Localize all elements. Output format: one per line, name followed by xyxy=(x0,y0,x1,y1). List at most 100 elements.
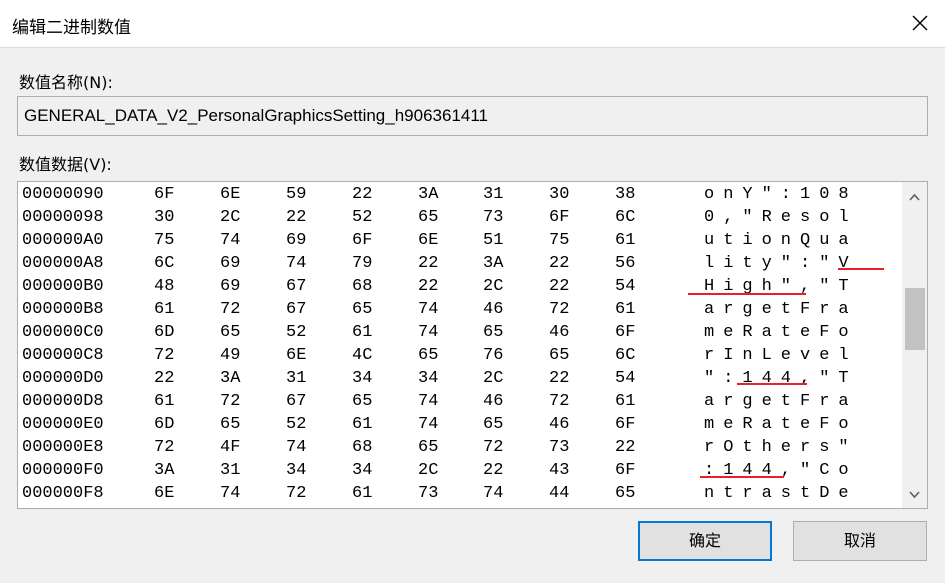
hex-byte[interactable]: 54 xyxy=(615,369,635,388)
hex-byte[interactable]: 61 xyxy=(352,323,372,342)
hex-byte[interactable]: 34 xyxy=(352,369,372,388)
hex-byte[interactable]: 31 xyxy=(286,369,306,388)
hex-byte[interactable]: 6E xyxy=(220,185,240,204)
hex-byte[interactable]: 74 xyxy=(286,254,306,273)
hex-row[interactable]: 000000A8 6C 69 74 79 22 3A 22 56 lity":"V xyxy=(18,253,902,276)
hex-row[interactable]: 000000C0 6D 65 52 61 74 65 46 6F meRateFo xyxy=(18,322,902,345)
hex-byte[interactable]: 22 xyxy=(418,254,438,273)
hex-byte[interactable]: 6E xyxy=(286,346,306,365)
hex-byte[interactable]: 72 xyxy=(220,300,240,319)
hex-byte[interactable]: 65 xyxy=(483,415,503,434)
hex-byte[interactable]: 69 xyxy=(220,277,240,296)
scroll-up-icon[interactable] xyxy=(902,186,927,208)
hex-byte[interactable]: 75 xyxy=(154,231,174,250)
hex-byte[interactable]: 46 xyxy=(549,323,569,342)
hex-row-ascii[interactable]: onY":108 xyxy=(704,185,858,204)
hex-byte[interactable]: 34 xyxy=(418,369,438,388)
hex-row-ascii[interactable]: meRateFo xyxy=(704,415,858,434)
hex-byte[interactable]: 46 xyxy=(483,392,503,411)
hex-byte[interactable]: 31 xyxy=(483,185,503,204)
hex-byte[interactable]: 52 xyxy=(352,208,372,227)
hex-row[interactable]: 00000098 30 2C 22 52 65 73 6F 6C 0,"Resol xyxy=(18,207,902,230)
hex-byte[interactable]: 22 xyxy=(549,369,569,388)
hex-byte[interactable]: 67 xyxy=(286,392,306,411)
hex-byte[interactable]: 74 xyxy=(483,484,503,503)
hex-row[interactable]: 000000F8 6E 74 72 61 73 74 44 65 ntrastDe xyxy=(18,483,902,506)
hex-row[interactable]: 000000F0 3A 31 34 34 2C 22 43 6F:144,"Co xyxy=(18,460,902,483)
hex-byte[interactable]: 6F xyxy=(549,208,569,227)
hex-byte[interactable]: 48 xyxy=(154,277,174,296)
hex-byte[interactable]: 46 xyxy=(483,300,503,319)
hex-byte[interactable]: 72 xyxy=(483,438,503,457)
hex-byte[interactable]: 30 xyxy=(549,185,569,204)
hex-row[interactable]: 000000B0 48 69 67 68 22 2C 22 54 High","T xyxy=(18,276,902,299)
hex-row-ascii[interactable]: 0,"Resol xyxy=(704,208,858,227)
hex-byte[interactable]: 6E xyxy=(154,484,174,503)
hex-byte[interactable]: 74 xyxy=(418,323,438,342)
hex-byte[interactable]: 61 xyxy=(352,484,372,503)
hex-byte[interactable]: 6C xyxy=(154,254,174,273)
hex-byte[interactable]: 73 xyxy=(483,208,503,227)
ok-button[interactable]: 确定 xyxy=(638,521,772,561)
hex-byte[interactable]: 22 xyxy=(483,461,503,480)
hex-byte[interactable]: 3A xyxy=(154,461,174,480)
hex-byte[interactable]: 43 xyxy=(549,461,569,480)
hex-byte[interactable]: 68 xyxy=(352,438,372,457)
hex-row[interactable]: 000000E8 72 4F 74 68 65 72 73 22 rOthers" xyxy=(18,437,902,460)
scroll-thumb[interactable] xyxy=(905,288,925,350)
hex-byte[interactable]: 72 xyxy=(549,300,569,319)
hex-byte[interactable]: 74 xyxy=(418,300,438,319)
hex-byte[interactable]: 61 xyxy=(615,392,635,411)
hex-byte[interactable]: 2C xyxy=(418,461,438,480)
hex-byte[interactable]: 61 xyxy=(154,392,174,411)
hex-byte[interactable]: 65 xyxy=(615,484,635,503)
hex-byte[interactable]: 65 xyxy=(418,208,438,227)
value-data-editor[interactable]: 00000090 6F 6E 59 22 3A 31 30 38 onY":108 00000098… xyxy=(17,181,928,509)
hex-row[interactable]: 000000A0 75 74 69 6F 6E 51 75 61 utionQua xyxy=(18,230,902,253)
hex-row-ascii[interactable]: argetFra xyxy=(704,392,858,411)
hex-row[interactable]: 00000090 6F 6E 59 22 3A 31 30 38 onY":108 xyxy=(18,184,902,207)
hex-byte[interactable]: 6F xyxy=(615,461,635,480)
hex-byte[interactable]: 49 xyxy=(220,346,240,365)
hex-row[interactable]: 000000D8 61 72 67 65 74 46 72 61 argetFra xyxy=(18,391,902,414)
hex-byte[interactable]: 6F xyxy=(615,323,635,342)
hex-byte[interactable]: 31 xyxy=(220,461,240,480)
hex-byte[interactable]: 69 xyxy=(286,231,306,250)
hex-byte[interactable]: 6F xyxy=(615,415,635,434)
hex-byte[interactable]: 61 xyxy=(615,231,635,250)
hex-byte[interactable]: 65 xyxy=(352,300,372,319)
hex-byte[interactable]: 4F xyxy=(220,438,240,457)
hex-byte[interactable]: 69 xyxy=(220,254,240,273)
scroll-down-icon[interactable] xyxy=(902,484,927,506)
hex-byte[interactable]: 2C xyxy=(220,208,240,227)
hex-byte[interactable]: 72 xyxy=(220,392,240,411)
hex-byte[interactable]: 65 xyxy=(418,346,438,365)
hex-row-ascii[interactable]: lity":"V xyxy=(704,254,858,273)
hex-byte[interactable]: 65 xyxy=(549,346,569,365)
hex-byte[interactable]: 6E xyxy=(418,231,438,250)
hex-byte[interactable]: 38 xyxy=(615,185,635,204)
hex-byte[interactable]: 74 xyxy=(220,484,240,503)
hex-byte[interactable]: 65 xyxy=(220,415,240,434)
hex-byte[interactable]: 68 xyxy=(352,277,372,296)
hex-byte[interactable]: 6C xyxy=(615,208,635,227)
hex-byte[interactable]: 54 xyxy=(615,277,635,296)
cancel-button[interactable]: 取消 xyxy=(793,521,927,561)
hex-byte[interactable]: 3A xyxy=(418,185,438,204)
hex-byte[interactable]: 73 xyxy=(418,484,438,503)
hex-byte[interactable]: 73 xyxy=(549,438,569,457)
hex-byte[interactable]: 74 xyxy=(220,231,240,250)
hex-row-ascii[interactable]: rInLevel xyxy=(704,346,858,365)
hex-byte[interactable]: 6F xyxy=(352,231,372,250)
hex-byte[interactable]: 67 xyxy=(286,277,306,296)
hex-byte[interactable]: 72 xyxy=(549,392,569,411)
hex-row-ascii[interactable]: meRateFo xyxy=(704,323,858,342)
hex-row[interactable]: 000000B8 61 72 67 65 74 46 72 61 argetFra xyxy=(18,299,902,322)
hex-byte[interactable]: 30 xyxy=(154,208,174,227)
hex-byte[interactable]: 74 xyxy=(286,438,306,457)
hex-row-ascii[interactable]: argetFra xyxy=(704,300,858,319)
hex-byte[interactable]: 52 xyxy=(286,415,306,434)
hex-byte[interactable]: 34 xyxy=(286,461,306,480)
hex-byte[interactable]: 22 xyxy=(352,185,372,204)
hex-row-ascii[interactable]: utionQua xyxy=(704,231,858,250)
